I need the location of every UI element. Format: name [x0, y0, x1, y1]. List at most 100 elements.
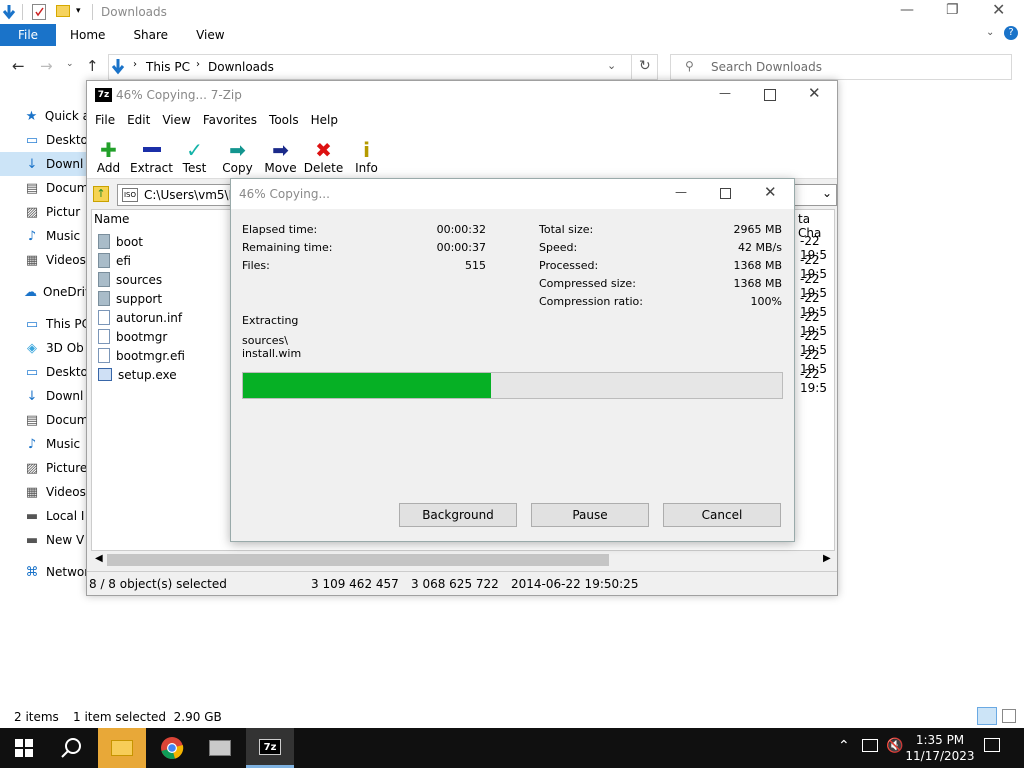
nav-item[interactable]: ▭ This PC: [24, 312, 90, 336]
nav-item[interactable]: ▦ Videos: [24, 248, 90, 272]
taskbar: 7z ⌃ 🔇 1:35 PM 11/17/2023: [0, 728, 1024, 768]
tab-file[interactable]: File: [0, 24, 56, 46]
nav-item-label: 3D Ob: [46, 341, 84, 355]
recent-dropdown-icon[interactable]: ⌄: [66, 59, 74, 69]
search-button[interactable]: [48, 728, 96, 768]
help-icon[interactable]: ?: [1004, 26, 1018, 40]
divider: [92, 4, 93, 20]
close-button[interactable]: ✕: [764, 183, 777, 201]
pause-button[interactable]: Pause: [531, 503, 649, 527]
compression-ratio-value: 100%: [750, 295, 782, 308]
menu-favorites[interactable]: Favorites: [197, 113, 263, 127]
nav-item[interactable]: ★ Quick a: [24, 104, 90, 128]
up-folder-icon[interactable]: ↑: [93, 186, 109, 202]
search-input[interactable]: ⚲ Search Downloads: [670, 54, 1012, 80]
copy-button[interactable]: ➡ Copy: [216, 135, 259, 175]
dialog-title-bar: 46% Copying... — ✕: [231, 179, 794, 209]
extract-button[interactable]: Extract: [130, 135, 173, 175]
nav-item[interactable]: ☁ OneDriv: [24, 280, 90, 304]
address-bar[interactable]: › This PC › Downloads ⌄ ↻: [108, 54, 658, 80]
minimize-button[interactable]: —: [719, 86, 731, 100]
refresh-icon[interactable]: ↻: [639, 58, 651, 74]
clock[interactable]: 1:35 PM 11/17/2023: [905, 732, 975, 764]
maximize-button[interactable]: [720, 188, 731, 199]
menu-view[interactable]: View: [156, 113, 196, 127]
move-button[interactable]: ➡ Move: [259, 135, 302, 175]
minimize-button[interactable]: —: [900, 2, 914, 18]
column-name[interactable]: Name: [94, 212, 129, 226]
test-label: Test: [182, 160, 207, 175]
network-icon[interactable]: [862, 739, 878, 752]
up-icon[interactable]: ↑: [86, 57, 99, 75]
large-icons-view-icon[interactable]: [1002, 709, 1016, 723]
nav-item[interactable]: ▨ Pictur: [24, 200, 90, 224]
nav-item[interactable]: ▤ Docum: [24, 408, 90, 432]
close-button[interactable]: ✕: [992, 0, 1005, 19]
nav-item[interactable]: ▨ Picture: [24, 456, 90, 480]
delete-button[interactable]: ✖ Delete: [302, 135, 345, 175]
show-hidden-icons[interactable]: ⌃: [838, 738, 850, 754]
scroll-right-icon[interactable]: ▶: [823, 553, 831, 564]
file-icon: [98, 310, 110, 325]
taskbar-7zip[interactable]: 7z: [246, 728, 294, 768]
pictures-icon: ▨: [25, 460, 39, 476]
address-dropdown-icon[interactable]: ⌄: [607, 59, 616, 72]
menu-tools[interactable]: Tools: [263, 113, 305, 127]
back-icon[interactable]: ←: [12, 57, 25, 75]
breadcrumb-this-pc[interactable]: This PC: [146, 60, 190, 74]
star-icon: ★: [25, 108, 38, 124]
info-button[interactable]: ⅰ Info: [345, 135, 388, 175]
maximize-button[interactable]: [764, 89, 776, 101]
search-icon: ⚲: [685, 59, 694, 73]
download-arrow-icon: [111, 58, 125, 76]
nav-item[interactable]: ↓ Downl: [24, 384, 90, 408]
nav-item[interactable]: ♪ Music: [24, 224, 90, 248]
nav-item[interactable]: ♪ Music: [24, 432, 90, 456]
nav-item[interactable]: ▬ New V: [24, 528, 90, 552]
status-size: 3 109 462 457: [311, 577, 399, 591]
total-size-label: Total size:: [539, 223, 594, 236]
add-button[interactable]: ✚ Add: [87, 135, 130, 175]
minimize-button[interactable]: —: [675, 185, 687, 199]
start-button[interactable]: [0, 728, 48, 768]
scrollbar-thumb[interactable]: [107, 554, 609, 566]
menu-file[interactable]: File: [89, 113, 121, 127]
restore-button[interactable]: ❐: [946, 2, 959, 18]
nav-item[interactable]: ▭ Deskto: [24, 128, 90, 152]
nav-item[interactable]: ▤ Docum: [24, 176, 90, 200]
test-button[interactable]: ✓ Test: [173, 135, 216, 175]
folder-icon: [98, 253, 110, 268]
breadcrumb-downloads[interactable]: Downloads: [208, 60, 274, 74]
total-size-value: 2965 MB: [733, 223, 782, 236]
horizontal-scrollbar[interactable]: ◀ ▶: [91, 551, 835, 569]
nav-item[interactable]: ▭ Deskto: [24, 360, 90, 384]
nav-item[interactable]: ▦ Videos: [24, 480, 90, 504]
menu-edit[interactable]: Edit: [121, 113, 156, 127]
new-folder-icon[interactable]: [56, 5, 70, 17]
close-button[interactable]: ✕: [808, 84, 821, 102]
music-icon: ♪: [27, 436, 37, 452]
taskbar-app[interactable]: [196, 728, 244, 768]
chrome-icon: [161, 737, 184, 759]
details-view-icon[interactable]: [977, 707, 997, 725]
forward-icon[interactable]: →: [40, 57, 53, 75]
properties-icon[interactable]: [32, 4, 46, 20]
expand-ribbon-icon[interactable]: ⌄: [986, 27, 994, 38]
menu-help[interactable]: Help: [305, 113, 344, 127]
nav-item[interactable]: ◈ 3D Ob: [24, 336, 90, 360]
nav-item[interactable]: ↓ Downl: [24, 152, 90, 176]
tab-view[interactable]: View: [182, 24, 238, 46]
volume-muted-icon[interactable]: 🔇: [886, 738, 903, 754]
taskbar-file-explorer[interactable]: [98, 728, 146, 768]
notifications-icon[interactable]: [984, 738, 1000, 752]
tab-home[interactable]: Home: [56, 24, 119, 46]
nav-item[interactable]: ▬ Local I: [24, 504, 90, 528]
background-button[interactable]: Background: [399, 503, 517, 527]
cancel-button[interactable]: Cancel: [663, 503, 781, 527]
quick-access-dropdown-icon[interactable]: ▾: [76, 6, 81, 16]
path-dropdown-icon[interactable]: ⌄: [822, 186, 832, 200]
taskbar-chrome[interactable]: [148, 728, 196, 768]
scroll-left-icon[interactable]: ◀: [95, 553, 103, 564]
tab-share[interactable]: Share: [119, 24, 182, 46]
nav-item[interactable]: ⌘ Networ: [24, 560, 90, 584]
